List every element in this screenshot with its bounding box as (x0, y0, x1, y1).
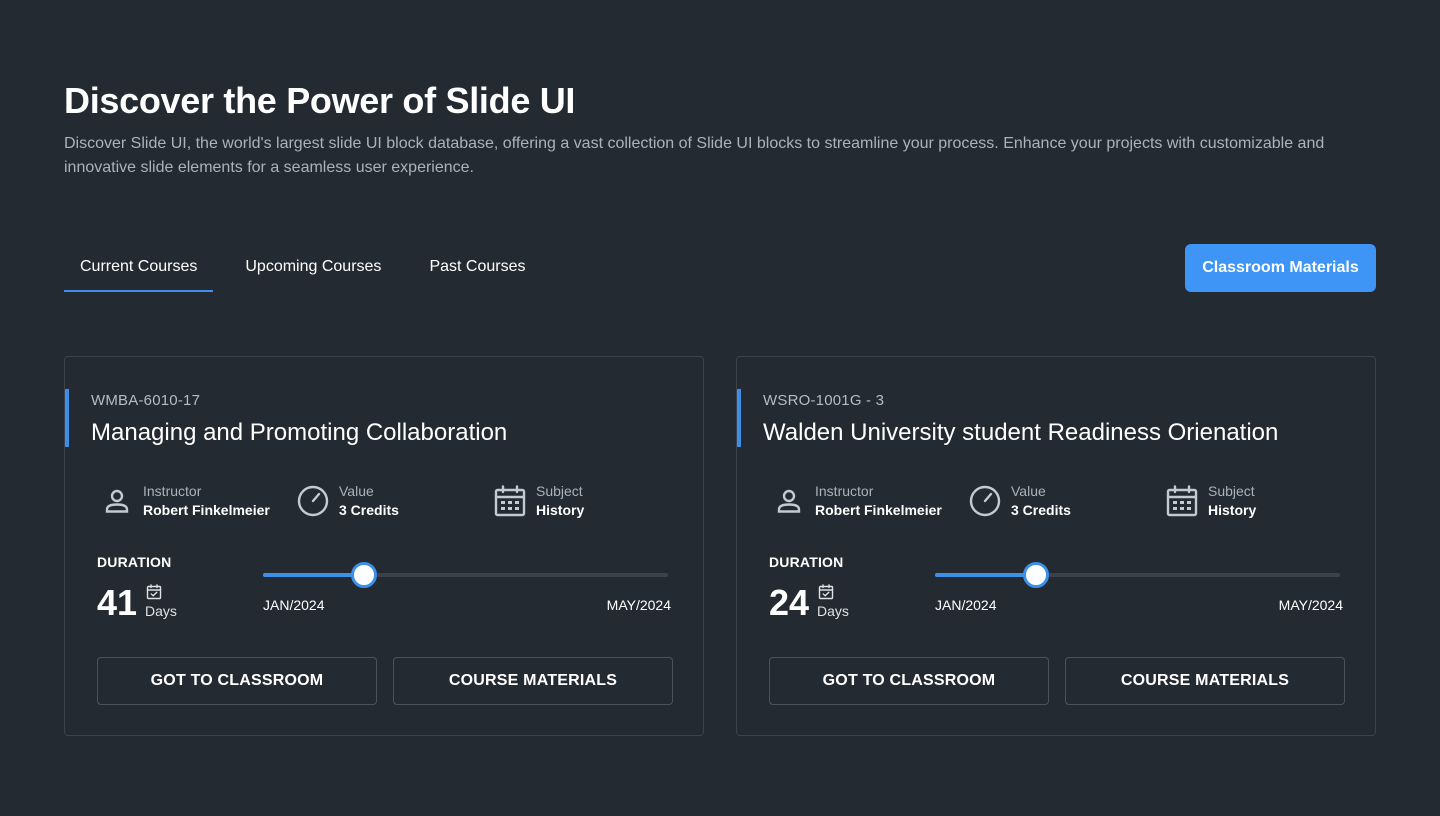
tab-current-courses[interactable]: Current Courses (64, 244, 214, 292)
page-title: Discover the Power of Slide UI (64, 80, 576, 121)
instructor-label: Instructor (815, 483, 874, 499)
value-label: Value (339, 483, 374, 499)
value-info: Value 3 Credits (295, 481, 399, 521)
course-card: WSRO-1001G - 3 Walden University student… (736, 356, 1376, 736)
calendar-icon (1164, 483, 1200, 519)
course-title: Managing and Promoting Collaboration (91, 419, 508, 446)
subject-info: Subject History (1164, 481, 1256, 521)
card-accent-bar (65, 389, 69, 447)
instructor-label: Instructor (143, 483, 202, 499)
instructor-info: Instructor Robert Finkelmeier (99, 481, 270, 521)
subject-value: History (536, 502, 585, 518)
subject-value: History (1208, 502, 1257, 518)
go-to-classroom-button[interactable]: GOT TO CLASSROOM (97, 657, 377, 705)
slider-fill (935, 573, 1037, 577)
course-materials-button[interactable]: COURSE MATERIALS (1065, 657, 1345, 705)
slider-thumb[interactable] (1023, 562, 1050, 588)
classroom-materials-button[interactable]: Classroom Materials (1185, 244, 1376, 292)
duration-label: DURATION (97, 554, 172, 570)
page: Discover the Power of Slide UI Discover … (0, 0, 1440, 816)
duration-unit: Days (817, 603, 849, 619)
course-code: WSRO-1001G - 3 (763, 392, 885, 409)
tab-upcoming-courses[interactable]: Upcoming Courses (229, 244, 397, 292)
instructor-name: Robert Finkelmeier (143, 502, 270, 518)
subject-label: Subject (1208, 483, 1255, 499)
tab-past-courses[interactable]: Past Courses (413, 244, 541, 292)
calendar-icon (492, 483, 528, 519)
course-materials-button[interactable]: COURSE MATERIALS (393, 657, 673, 705)
duration-days: 41 (97, 582, 138, 623)
course-card: WMBA-6010-17 Managing and Promoting Coll… (64, 356, 704, 736)
calendar-check-icon (145, 583, 163, 601)
slider-thumb[interactable] (351, 562, 378, 588)
duration-slider[interactable] (263, 562, 668, 588)
go-to-classroom-button[interactable]: GOT TO CLASSROOM (769, 657, 1049, 705)
card-accent-bar (737, 389, 741, 447)
subject-label: Subject (536, 483, 583, 499)
duration-unit: Days (145, 603, 177, 619)
gauge-icon (967, 483, 1003, 519)
duration-slider[interactable] (935, 562, 1340, 588)
person-icon (99, 483, 135, 519)
start-date: JAN/2024 (263, 597, 325, 613)
subject-info: Subject History (492, 481, 584, 521)
end-date: MAY/2024 (606, 597, 671, 613)
course-tabs: Current Courses Upcoming Courses Past Co… (64, 244, 557, 292)
instructor-info: Instructor Robert Finkelmeier (771, 481, 942, 521)
duration-label: DURATION (769, 554, 844, 570)
course-title: Walden University student Readiness Orie… (763, 419, 1279, 446)
duration-days: 24 (769, 582, 810, 623)
course-code: WMBA-6010-17 (91, 392, 201, 409)
gauge-icon (295, 483, 331, 519)
person-icon (771, 483, 807, 519)
calendar-check-icon (817, 583, 835, 601)
credit-value: 3 Credits (1011, 502, 1071, 518)
end-date: MAY/2024 (1278, 597, 1343, 613)
slider-fill (263, 573, 365, 577)
credit-value: 3 Credits (339, 502, 399, 518)
page-description: Discover Slide UI, the world's largest s… (64, 135, 1325, 176)
start-date: JAN/2024 (935, 597, 997, 613)
instructor-name: Robert Finkelmeier (815, 502, 942, 518)
value-info: Value 3 Credits (967, 481, 1071, 521)
value-label: Value (1011, 483, 1046, 499)
